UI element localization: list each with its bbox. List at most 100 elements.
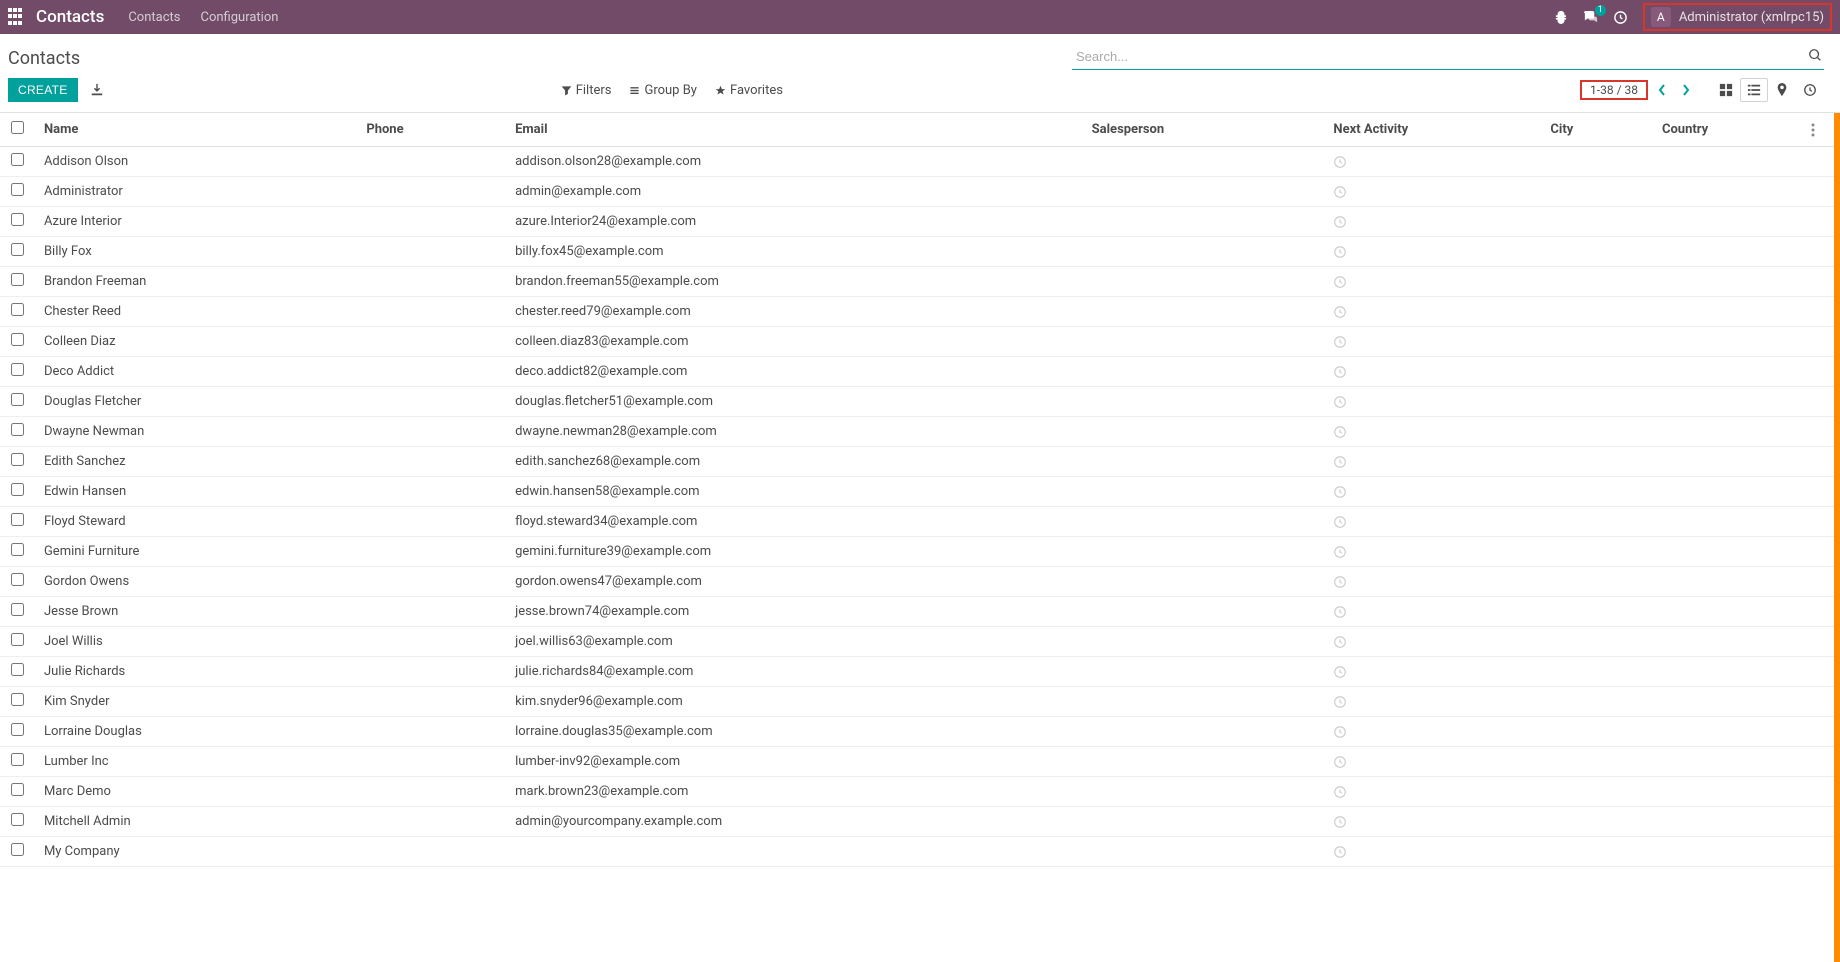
table-row[interactable]: Addison Olsonaddison.olson28@example.com xyxy=(0,147,1840,177)
row-checkbox[interactable] xyxy=(11,603,24,616)
table-row[interactable]: Gemini Furnituregemini.furniture39@examp… xyxy=(0,537,1840,567)
header-next-activity[interactable]: Next Activity xyxy=(1325,113,1542,147)
table-row[interactable]: Administratoradmin@example.com xyxy=(0,177,1840,207)
header-name[interactable]: Name xyxy=(36,113,358,147)
table-row[interactable]: Lorraine Douglaslorraine.douglas35@examp… xyxy=(0,717,1840,747)
search-icon[interactable] xyxy=(1808,48,1822,62)
header-city[interactable]: City xyxy=(1542,113,1654,147)
table-row[interactable]: Chester Reedchester.reed79@example.com xyxy=(0,297,1840,327)
pager-next[interactable] xyxy=(1676,80,1696,100)
filters-button[interactable]: Filters xyxy=(561,83,612,98)
table-row[interactable]: Deco Addictdeco.addict82@example.com xyxy=(0,357,1840,387)
row-checkbox[interactable] xyxy=(11,243,24,256)
row-checkbox[interactable] xyxy=(11,453,24,466)
table-row[interactable]: Azure Interiorazure.Interior24@example.c… xyxy=(0,207,1840,237)
cell-activity[interactable] xyxy=(1325,687,1542,717)
cell-activity[interactable] xyxy=(1325,507,1542,537)
header-country[interactable]: Country xyxy=(1654,113,1803,147)
nav-link-configuration[interactable]: Configuration xyxy=(200,10,278,25)
cell-activity[interactable] xyxy=(1325,567,1542,597)
cell-activity[interactable] xyxy=(1325,747,1542,777)
table-row[interactable]: Colleen Diazcolleen.diaz83@example.com xyxy=(0,327,1840,357)
row-checkbox[interactable] xyxy=(11,813,24,826)
cell-activity[interactable] xyxy=(1325,717,1542,747)
header-email[interactable]: Email xyxy=(507,113,1084,147)
table-row[interactable]: Edith Sanchezedith.sanchez68@example.com xyxy=(0,447,1840,477)
row-checkbox[interactable] xyxy=(11,693,24,706)
table-row[interactable]: Lumber Inclumber-inv92@example.com xyxy=(0,747,1840,777)
table-row[interactable]: Douglas Fletcherdouglas.fletcher51@examp… xyxy=(0,387,1840,417)
table-row[interactable]: Edwin Hansenedwin.hansen58@example.com xyxy=(0,477,1840,507)
table-row[interactable]: Brandon Freemanbrandon.freeman55@example… xyxy=(0,267,1840,297)
scrollbar-track[interactable] xyxy=(1834,113,1840,962)
table-row[interactable]: Mitchell Adminadmin@yourcompany.example.… xyxy=(0,807,1840,837)
view-map-button[interactable] xyxy=(1768,78,1796,102)
cell-activity[interactable] xyxy=(1325,777,1542,807)
messages-icon[interactable]: 1 xyxy=(1583,9,1599,25)
cell-activity[interactable] xyxy=(1325,807,1542,837)
cell-activity[interactable] xyxy=(1325,387,1542,417)
pager[interactable]: 1-38 / 38 xyxy=(1580,80,1648,100)
row-checkbox[interactable] xyxy=(11,273,24,286)
row-checkbox[interactable] xyxy=(11,633,24,646)
row-checkbox[interactable] xyxy=(11,153,24,166)
optional-columns-button[interactable] xyxy=(1811,123,1832,137)
row-checkbox[interactable] xyxy=(11,843,24,856)
header-phone[interactable]: Phone xyxy=(358,113,507,147)
table-row[interactable]: Marc Demomark.brown23@example.com xyxy=(0,777,1840,807)
cell-activity[interactable] xyxy=(1325,597,1542,627)
cell-activity[interactable] xyxy=(1325,177,1542,207)
row-checkbox[interactable] xyxy=(11,423,24,436)
table-row[interactable]: Floyd Stewardfloyd.steward34@example.com xyxy=(0,507,1840,537)
header-salesperson[interactable]: Salesperson xyxy=(1084,113,1326,147)
cell-activity[interactable] xyxy=(1325,267,1542,297)
cell-activity[interactable] xyxy=(1325,447,1542,477)
nav-link-contacts[interactable]: Contacts xyxy=(128,10,180,25)
table-row[interactable]: Dwayne Newmandwayne.newman28@example.com xyxy=(0,417,1840,447)
pager-prev[interactable] xyxy=(1652,80,1672,100)
row-checkbox[interactable] xyxy=(11,183,24,196)
row-checkbox[interactable] xyxy=(11,573,24,586)
table-row[interactable]: Billy Foxbilly.fox45@example.com xyxy=(0,237,1840,267)
cell-activity[interactable] xyxy=(1325,147,1542,177)
row-checkbox[interactable] xyxy=(11,513,24,526)
row-checkbox[interactable] xyxy=(11,723,24,736)
view-activity-button[interactable] xyxy=(1796,78,1824,102)
user-menu[interactable]: A Administrator (xmlrpc15) xyxy=(1643,3,1832,31)
app-brand[interactable]: Contacts xyxy=(36,7,104,27)
row-checkbox[interactable] xyxy=(11,543,24,556)
row-checkbox[interactable] xyxy=(11,363,24,376)
groupby-button[interactable]: Group By xyxy=(629,83,697,98)
import-button[interactable] xyxy=(90,83,104,97)
cell-activity[interactable] xyxy=(1325,627,1542,657)
activity-systray-icon[interactable] xyxy=(1613,9,1629,25)
select-all-checkbox[interactable] xyxy=(11,121,24,134)
table-row[interactable]: My Company xyxy=(0,837,1840,867)
cell-activity[interactable] xyxy=(1325,537,1542,567)
debug-icon[interactable] xyxy=(1553,9,1569,25)
table-row[interactable]: Jesse Brownjesse.brown74@example.com xyxy=(0,597,1840,627)
table-row[interactable]: Gordon Owensgordon.owens47@example.com xyxy=(0,567,1840,597)
cell-activity[interactable] xyxy=(1325,477,1542,507)
row-checkbox[interactable] xyxy=(11,483,24,496)
row-checkbox[interactable] xyxy=(11,333,24,346)
apps-icon[interactable] xyxy=(8,8,26,26)
view-list-button[interactable] xyxy=(1740,78,1768,102)
cell-activity[interactable] xyxy=(1325,297,1542,327)
row-checkbox[interactable] xyxy=(11,783,24,796)
row-checkbox[interactable] xyxy=(11,753,24,766)
table-row[interactable]: Joel Willisjoel.willis63@example.com xyxy=(0,627,1840,657)
view-kanban-button[interactable] xyxy=(1712,78,1740,102)
favorites-button[interactable]: Favorites xyxy=(715,83,783,98)
cell-activity[interactable] xyxy=(1325,357,1542,387)
row-checkbox[interactable] xyxy=(11,393,24,406)
create-button[interactable]: CREATE xyxy=(8,78,78,102)
search-input[interactable] xyxy=(1072,44,1824,70)
table-row[interactable]: Kim Snyderkim.snyder96@example.com xyxy=(0,687,1840,717)
cell-activity[interactable] xyxy=(1325,207,1542,237)
cell-activity[interactable] xyxy=(1325,837,1542,867)
cell-activity[interactable] xyxy=(1325,237,1542,267)
cell-activity[interactable] xyxy=(1325,657,1542,687)
table-row[interactable]: Julie Richardsjulie.richards84@example.c… xyxy=(0,657,1840,687)
row-checkbox[interactable] xyxy=(11,663,24,676)
